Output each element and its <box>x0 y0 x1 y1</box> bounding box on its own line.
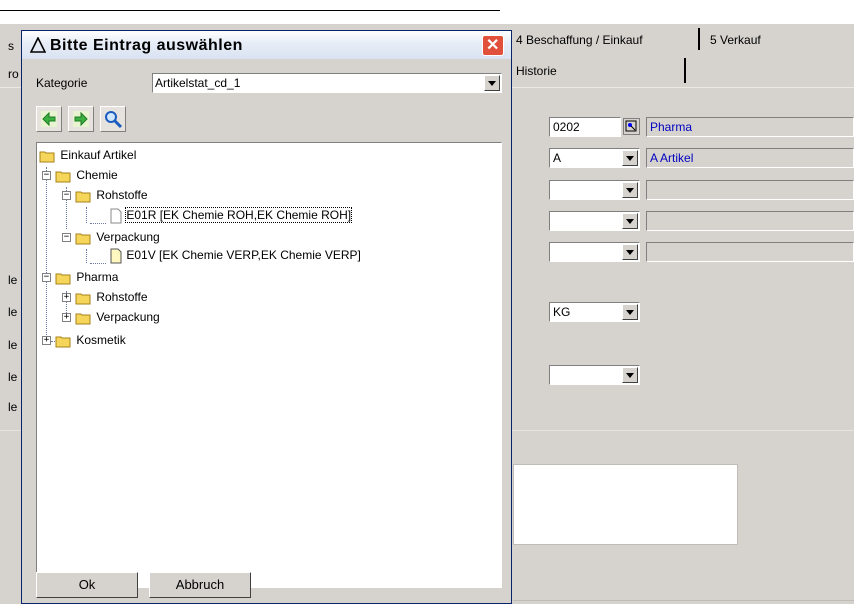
tab-separator <box>698 28 700 50</box>
collapse-arrow-icon <box>73 111 89 127</box>
notes-area[interactable] <box>513 464 738 545</box>
tree-connector <box>86 249 87 263</box>
chevron-down-icon[interactable] <box>622 213 638 229</box>
category-value: Artikelstat_cd_1 <box>155 76 241 90</box>
folder-open-icon <box>39 151 55 163</box>
description-field <box>646 180 854 200</box>
chevron-down-icon[interactable] <box>622 304 638 320</box>
close-button[interactable]: ✕ <box>482 35 504 56</box>
expand-toggle-icon[interactable]: + <box>62 313 71 322</box>
tree-label-selected: E01R [EK Chemie ROH,EK Chemie ROH] <box>125 207 353 223</box>
folder-open-icon <box>55 171 71 183</box>
close-icon: ✕ <box>486 37 500 54</box>
description-field: A Artikel <box>646 148 854 168</box>
folder-icon <box>55 336 71 348</box>
cancel-button[interactable]: Abbruch <box>149 572 251 598</box>
empty-combo[interactable] <box>549 180 640 200</box>
category-select[interactable]: Artikelstat_cd_1 <box>152 73 502 93</box>
search-button[interactable] <box>100 106 126 132</box>
tree-label: Rohstoffe <box>96 188 148 202</box>
description-field: Pharma <box>646 117 854 137</box>
tree-node-kosmetik[interactable]: Kosmetik <box>55 332 126 348</box>
chevron-down-icon[interactable] <box>484 75 500 91</box>
document-icon <box>110 248 122 264</box>
abc-combo[interactable]: A <box>549 148 640 168</box>
unit-combo[interactable]: KG <box>549 302 640 322</box>
expand-arrow-icon <box>41 111 57 127</box>
tree-connector <box>90 223 106 224</box>
chevron-down-icon[interactable] <box>622 367 638 383</box>
code-field[interactable]: 0202 <box>549 117 621 137</box>
collapse-toggle-icon[interactable]: − <box>62 191 71 200</box>
tab-beschaffung-einkauf[interactable]: 4 Beschaffung / Einkauf <box>516 33 643 47</box>
collapse-toggle-icon[interactable]: − <box>62 233 71 242</box>
unit-value: KG <box>553 305 571 319</box>
tab-verkauf[interactable]: 5 Verkauf <box>710 33 761 47</box>
tree-node-root[interactable]: Einkauf Artikel <box>39 147 136 163</box>
top-divider <box>0 10 500 11</box>
chevron-down-icon[interactable] <box>622 244 638 260</box>
folder-icon <box>75 313 91 325</box>
tree-node-pharma-rohstoffe[interactable]: Rohstoffe <box>75 289 148 305</box>
tree-node-chemie-rohstoffe[interactable]: Rohstoffe <box>75 187 148 203</box>
tree-label: E01V [EK Chemie VERP,EK Chemie VERP] <box>126 248 361 262</box>
expand-toggle-icon[interactable]: + <box>42 336 51 345</box>
top-band <box>0 0 854 24</box>
tree-label: Pharma <box>76 270 119 284</box>
tree-node-pharma[interactable]: Pharma <box>55 269 118 285</box>
tab-historie[interactable]: Historie <box>516 64 557 78</box>
folder-open-icon <box>55 273 71 285</box>
empty-combo[interactable] <box>549 242 640 262</box>
expand-all-button[interactable] <box>36 106 62 132</box>
label-fragment: le <box>8 400 18 414</box>
tree-node-e01r[interactable]: E01R [EK Chemie ROH,EK Chemie ROH] <box>109 207 353 224</box>
tree-node-e01v[interactable]: E01V [EK Chemie VERP,EK Chemie VERP] <box>109 247 361 264</box>
collapse-toggle-icon[interactable]: − <box>42 273 51 282</box>
document-icon <box>110 208 122 224</box>
tree-connector <box>90 263 106 264</box>
abc-value: A <box>553 151 562 165</box>
chevron-down-icon[interactable] <box>622 182 638 198</box>
dialog-title: Bitte Eintrag auswählen <box>50 37 243 54</box>
label-fragment: le <box>8 273 18 287</box>
label-fragment: le <box>8 305 18 319</box>
category-tree[interactable]: Einkauf Artikel − Chemie − Rohstoffe E01… <box>36 142 502 588</box>
divider <box>513 600 854 601</box>
empty-combo[interactable] <box>549 211 640 231</box>
label-fragment: ro <box>8 67 19 81</box>
dialog-titlebar[interactable]: Bitte Eintrag auswählen ✕ <box>22 31 511 59</box>
tree-label: Verpackung <box>96 310 160 324</box>
expand-toggle-icon[interactable]: + <box>62 293 71 302</box>
category-label: Kategorie <box>36 76 88 90</box>
description-field <box>646 211 854 231</box>
ok-button[interactable]: Ok <box>36 572 138 598</box>
label-fragment: s <box>8 39 14 53</box>
tree-label: Verpackung <box>96 230 160 244</box>
tree-node-chemie-verpackung[interactable]: Verpackung <box>75 229 160 245</box>
warning-triangle-icon <box>30 37 46 53</box>
folder-open-icon <box>75 233 91 245</box>
chevron-down-icon[interactable] <box>622 150 638 166</box>
tab-separator <box>684 58 686 83</box>
empty-combo[interactable] <box>549 365 640 385</box>
label-fragment: le <box>8 370 18 384</box>
folder-open-icon <box>75 191 91 203</box>
tree-node-pharma-verpackung[interactable]: Verpackung <box>75 309 160 325</box>
search-magnifier-icon <box>105 111 123 129</box>
description-field <box>646 242 854 262</box>
collapse-toggle-icon[interactable]: − <box>42 171 51 180</box>
tree-label: Rohstoffe <box>96 290 148 304</box>
tree-label: Einkauf Artikel <box>60 148 137 162</box>
tree-label: Kosmetik <box>76 333 126 347</box>
label-fragment: le <box>8 338 18 352</box>
tree-node-chemie[interactable]: Chemie <box>55 167 118 183</box>
collapse-all-button[interactable] <box>68 106 94 132</box>
lookup-button[interactable] <box>623 118 640 135</box>
lookup-icon <box>625 120 637 132</box>
tree-label: Chemie <box>76 168 118 182</box>
folder-icon <box>75 293 91 305</box>
select-entry-dialog: Bitte Eintrag auswählen ✕ Kategorie Arti… <box>21 30 512 604</box>
tree-connector <box>86 207 87 223</box>
tree-connector <box>46 167 47 341</box>
